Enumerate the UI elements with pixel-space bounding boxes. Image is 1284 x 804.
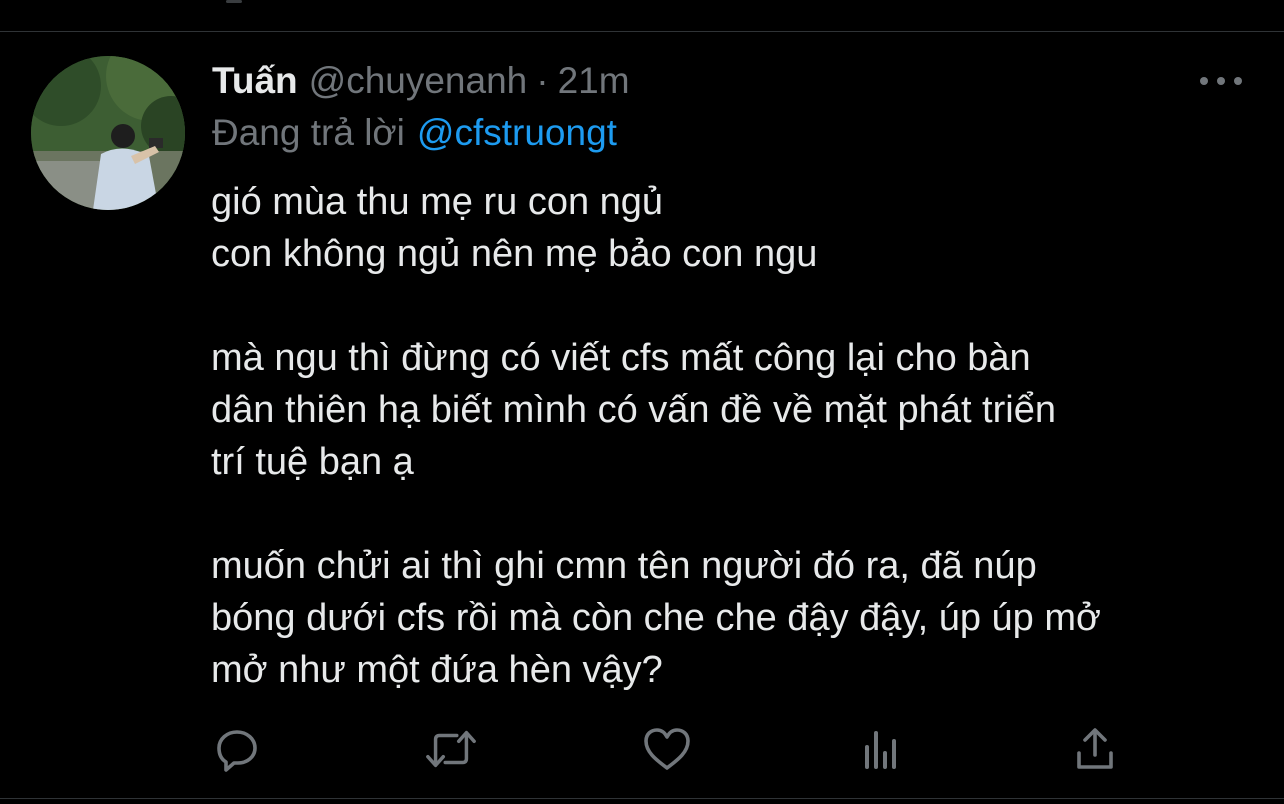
- timestamp[interactable]: 21m: [558, 58, 630, 104]
- separator-dot: ·: [536, 60, 549, 101]
- bottom-divider: [0, 798, 1284, 799]
- tweet-text-line: trí tuệ bạn ạ: [211, 441, 414, 483]
- replying-to-label: Đang trả lời: [212, 112, 405, 153]
- analytics-button[interactable]: [854, 722, 908, 776]
- tweet-text: gió mùa thu mẹ ru con ngủ con không ngủ …: [211, 176, 1271, 696]
- like-icon: [644, 728, 690, 770]
- like-button[interactable]: [640, 722, 694, 776]
- retweet-button[interactable]: [424, 722, 478, 776]
- more-dot-icon: [1234, 77, 1242, 85]
- retweet-icon: [426, 730, 476, 768]
- tweet-text-line: bóng dưới cfs rồi mà còn che che đậy đậy…: [211, 597, 1101, 639]
- tweet-text-line: [211, 280, 1271, 332]
- reply-button[interactable]: [210, 722, 264, 776]
- tweet-text-line: con không ngủ nên mẹ bảo con ngu: [211, 233, 818, 275]
- tweet-actions: [0, 722, 1284, 780]
- tweet-text-line: gió mùa thu mẹ ru con ngủ: [211, 181, 664, 223]
- tweet-text-line: mà ngu thì đừng có viết cfs mất công lại…: [211, 337, 1031, 379]
- display-name[interactable]: Tuấn: [212, 58, 298, 104]
- top-divider: [0, 31, 1284, 32]
- tweet-text-line: muốn chửi ai thì ghi cmn tên người đó ra…: [211, 545, 1037, 587]
- avatar[interactable]: [31, 56, 185, 210]
- more-dot-icon: [1200, 77, 1208, 85]
- reply-icon: [217, 730, 257, 772]
- tweet-header: Tuấn @chuyenanh · 21m: [212, 58, 630, 104]
- share-button[interactable]: [1068, 722, 1122, 776]
- more-options-button[interactable]: [1200, 68, 1242, 94]
- user-handle[interactable]: @chuyenanh: [309, 58, 528, 104]
- tweet-text-line: mở như một đứa hèn vậy?: [211, 649, 663, 691]
- avatar-photo: [31, 56, 185, 210]
- share-icon: [1077, 728, 1113, 769]
- previous-tweet-edge: [226, 0, 242, 3]
- more-dot-icon: [1217, 77, 1225, 85]
- reply-mention-link[interactable]: @cfstruongt: [417, 112, 617, 153]
- tweet-text-line: dân thiên hạ biết mình có vấn đề về mặt …: [211, 389, 1056, 431]
- tweet-text-line: [211, 488, 1271, 540]
- analytics-icon: [865, 731, 896, 769]
- replying-to: Đang trả lời @cfstruongt: [212, 110, 617, 156]
